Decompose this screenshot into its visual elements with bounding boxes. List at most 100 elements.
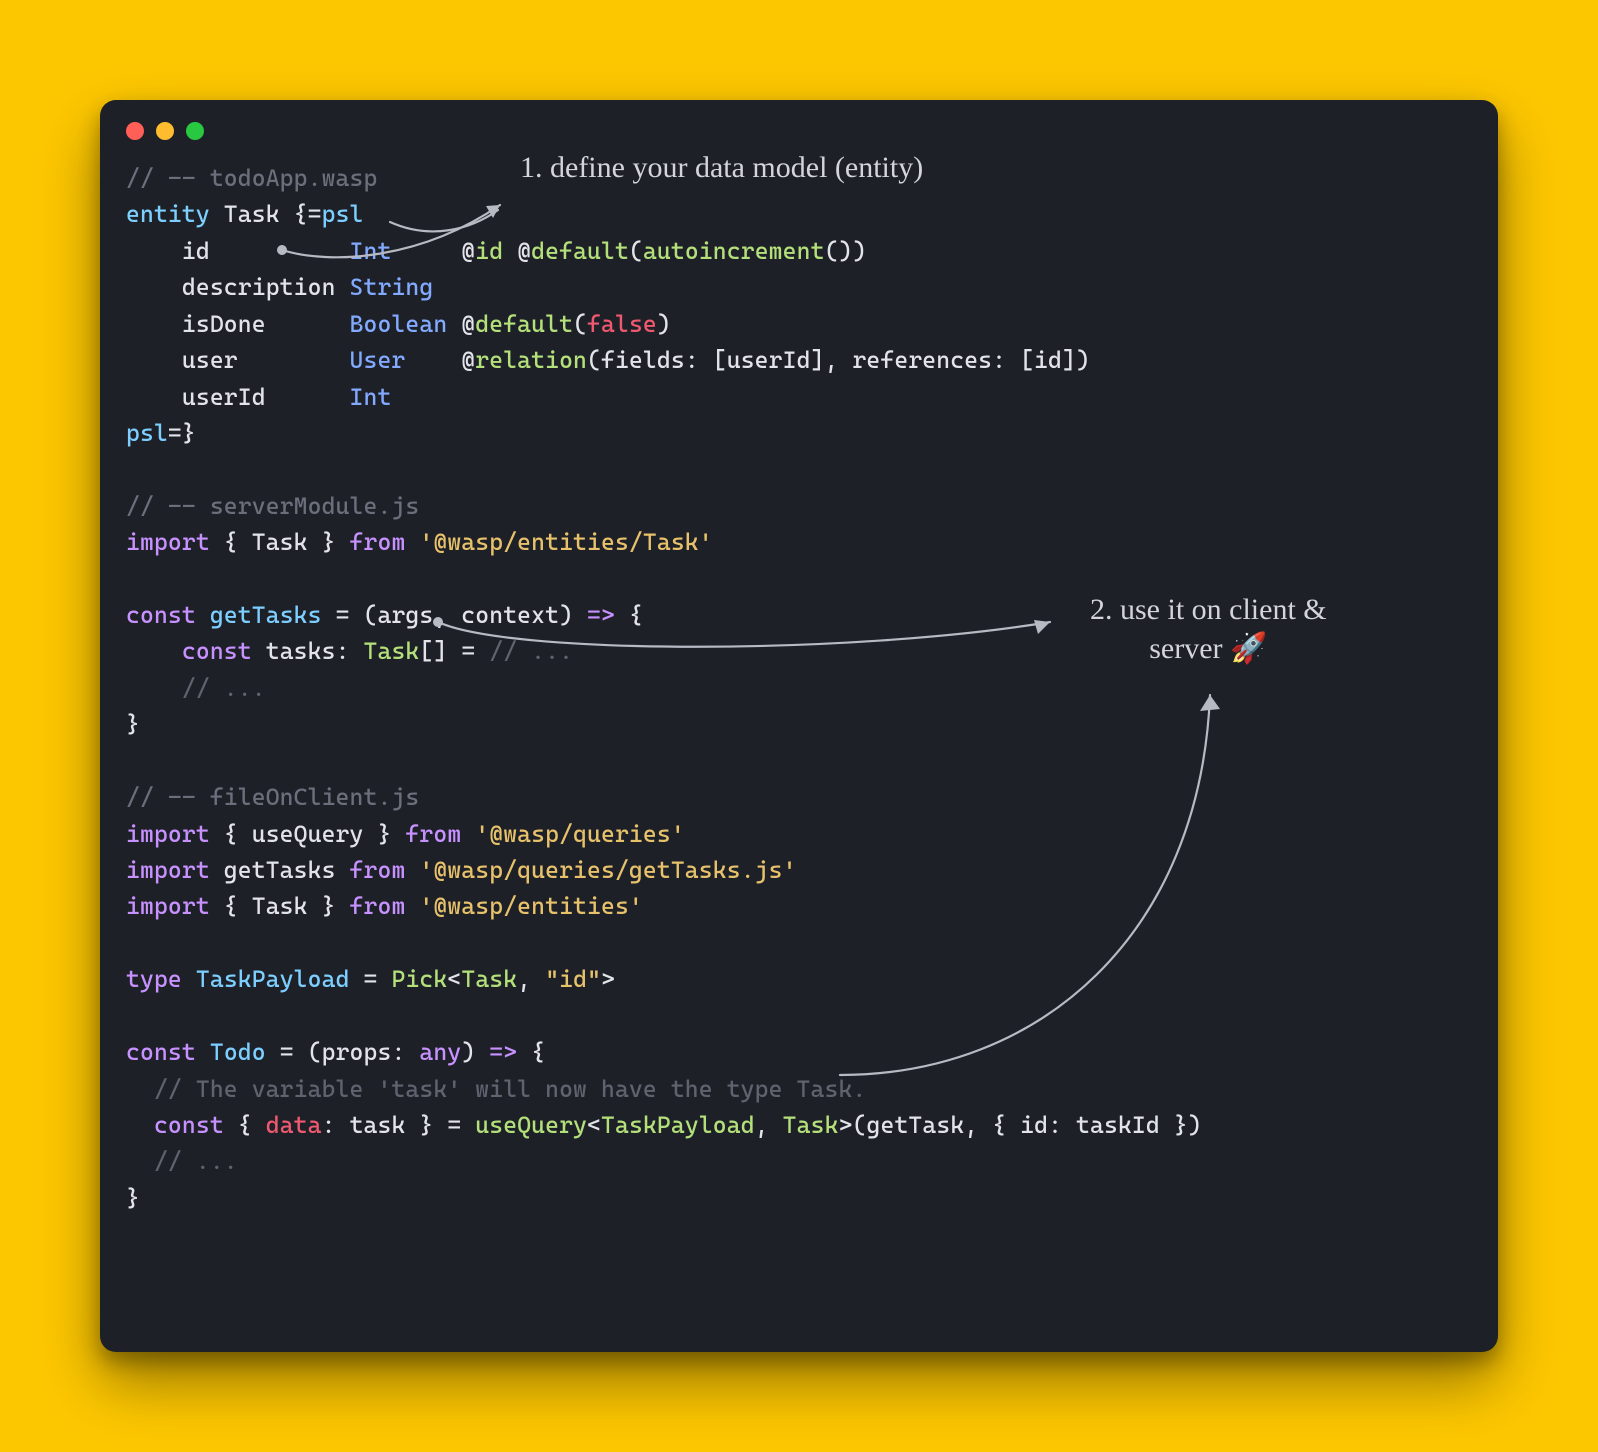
code-type: TaskPayload [601,1111,755,1139]
code-text: =} [168,419,196,447]
code-text: getTasks [210,856,350,884]
code-keyword: from [350,528,406,556]
code-def: getTasks [210,601,322,629]
code-type: Task [364,637,420,665]
code-prop: data [266,1111,322,1139]
code-text: { Task } [210,892,350,920]
code-text: { useQuery } [210,820,406,848]
code-type: String [350,273,434,301]
code-comment: // ... [154,1147,238,1175]
code-keyword: import [126,856,210,884]
code-punct: {= [294,200,322,228]
code-text: @ [391,237,475,265]
code-string: "id" [545,965,601,993]
code-attr: default [475,310,573,338]
code-text: @ [447,310,475,338]
code-text: Task [210,200,294,228]
maximize-icon[interactable] [186,122,204,140]
code-keyword: from [405,820,461,848]
code-type: Int [350,383,392,411]
code-type: Boolean [350,310,448,338]
code-keyword: import [126,820,210,848]
code-text: >(getTask, { id: taskId }) [839,1111,1202,1139]
code-text: { [517,1038,545,1066]
code-type: Task [461,965,517,993]
code-type: Int [350,237,392,265]
code-op: => [587,601,615,629]
code-text: ( [629,237,643,265]
code-keyword: import [126,892,210,920]
code-comment: // ... [489,637,573,665]
code-text: { [615,601,643,629]
code-fn: Pick [391,965,447,993]
code-attr: relation [475,346,587,374]
code-text: (fields: [userId], references: [id]) [587,346,1090,374]
code-text: [] = [419,637,489,665]
code-keyword: psl [322,200,364,228]
code-attr: default [531,237,629,265]
code-text: = [350,965,392,993]
code-text: < [587,1111,601,1139]
code-string: '@wasp/entities' [405,892,642,920]
code-keyword: from [350,892,406,920]
code-text: ()) [825,237,867,265]
code-text: { [224,1111,266,1139]
close-icon[interactable] [126,122,144,140]
code-text [196,1038,210,1066]
code-type: any [419,1038,461,1066]
code-window: // -- todoApp.wasp entity Task {=psl id … [100,100,1498,1352]
code-text: = (props: [266,1038,420,1066]
code-text: , [517,965,545,993]
code-keyword: import [126,528,210,556]
code-text: user [126,346,350,374]
code-def: Todo [210,1038,266,1066]
code-keyword: const [182,637,252,665]
code-text: tasks: [252,637,364,665]
code-op: => [489,1038,517,1066]
code-string: '@wasp/entities/Task' [405,528,712,556]
code-text [126,637,182,665]
code-keyword: type [126,965,182,993]
code-text: > [601,965,615,993]
code-text: ) [461,1038,489,1066]
code-text: ) [657,310,671,338]
code-text [196,601,210,629]
code-text: { Task } [210,528,350,556]
code-block: // -- todoApp.wasp entity Task {=psl id … [100,140,1498,1246]
code-keyword: const [126,601,196,629]
code-text: @ [405,346,475,374]
code-text: description [126,273,350,301]
code-text: } [126,710,140,738]
code-text: @ [503,237,531,265]
code-keyword: const [126,1038,196,1066]
code-type: Task [783,1111,839,1139]
window-titlebar [100,100,1498,140]
code-keyword: const [154,1111,224,1139]
code-keyword: entity [126,200,210,228]
code-fn: useQuery [475,1111,587,1139]
code-text: , [755,1111,783,1139]
code-attr: id [475,237,503,265]
code-text: < [447,965,461,993]
code-keyword: psl [126,419,168,447]
code-fn: autoincrement [643,237,825,265]
code-text: = (args, context) [322,601,587,629]
minimize-icon[interactable] [156,122,174,140]
code-text: } [126,1184,140,1212]
code-keyword: from [350,856,406,884]
code-text: : task } = [322,1111,476,1139]
code-comment: // -- fileOnClient.js [126,783,419,811]
code-comment: // -- serverModule.js [126,492,419,520]
code-text: ( [573,310,587,338]
code-text [126,1111,154,1139]
code-comment: // ... [182,674,266,702]
code-text: isDone [126,310,350,338]
code-text [126,1075,154,1103]
code-text: userId [126,383,350,411]
code-def: TaskPayload [196,965,350,993]
code-text [126,674,182,702]
code-string: '@wasp/queries/getTasks.js' [405,856,796,884]
code-text [182,965,196,993]
code-text: id [126,237,350,265]
code-text [126,1147,154,1175]
